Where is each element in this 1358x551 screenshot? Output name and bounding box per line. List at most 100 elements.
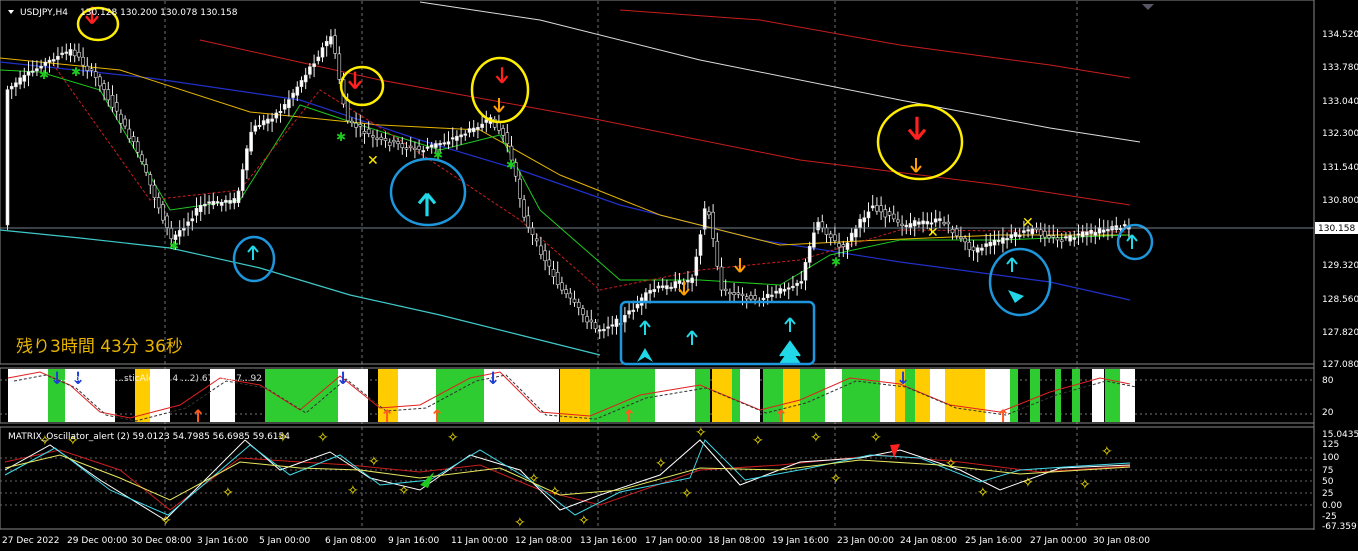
main-price-panel[interactable] [0,0,1315,365]
candle-body [375,137,379,140]
candle-body [501,128,505,136]
candle-body [980,247,984,251]
candle-body [614,318,619,327]
candle-body [1072,237,1077,240]
candle-body [156,197,161,209]
diamond-star-marker-icon: ✧ [398,483,410,499]
candle-body [778,288,783,294]
diamond-star-marker-icon: ✧ [528,471,540,487]
time-tick: 18 Jan 08:00 [708,536,765,546]
time-tick: 3 Jan 16:00 [197,536,249,546]
osc-level: 50 [1322,477,1334,487]
candle-body [287,99,291,109]
candle-body [816,221,820,231]
diamond-star-marker-icon: ✧ [222,485,234,501]
price-tick: 128.560 [1322,295,1358,305]
time-axis[interactable]: 27 Dec 2022 29 Dec 00:00 30 Dec 08:00 3 Jan… [2,536,1150,546]
candle-body [89,68,94,71]
candle-body [845,242,850,250]
candle-body [698,234,703,256]
candle-body [408,145,413,148]
candle-body [744,296,749,300]
candle-body [26,71,31,76]
candle-body [656,285,661,289]
candle-body [308,66,312,75]
candle-body [539,245,543,255]
candle-body [824,227,829,235]
stoch-down-arrow-icon: ↓ [486,369,500,389]
price-tick: 130.800 [1322,196,1358,206]
candle-body [98,76,102,87]
candle-body [81,56,85,66]
candle-body [228,200,232,204]
candle-body [925,221,930,225]
matrix-oscillator-panel[interactable] [0,426,1315,530]
candle-body [900,223,904,226]
candle-body [795,282,799,286]
stoch-histogram-bar [1105,369,1120,422]
trading-chart[interactable]: ✱ ✱✱✱✱✱✱✕✕✕ ↓ ↓ ↓ ↓ ↓↑ ↑ ↑ ↑ ↑ ↑ ✧ ✧✧✧✧ ✧✧✧✧✧✧✧✧✧✧✧✧… [0,0,1358,551]
diamond-star-marker-icon: ✧ [681,486,693,502]
stoch-level: 80 [1322,376,1334,386]
time-tick: 17 Jan 00:00 [645,536,702,546]
candle-body [366,128,371,134]
candle-body [442,142,447,145]
candle-body [1106,229,1110,232]
candle-body [85,65,90,71]
candle-body [1068,235,1072,242]
stoch-histogram-bar [930,369,945,422]
stoch-up-arrow-icon: ↑ [430,407,444,427]
candle-body [719,266,724,291]
candle-body [354,122,358,128]
candle-body [232,198,237,204]
candle-body [274,112,279,119]
time-tick: 5 Jan 00:00 [259,536,311,546]
candle-body [1051,235,1056,238]
candle-body [476,127,480,130]
candle-body [921,220,925,225]
time-tick: 25 Jan 16:00 [965,536,1022,546]
diamond-star-marker-icon: ✧ [514,515,526,531]
stoch-histogram-bar [265,369,320,422]
candle-body [963,237,967,243]
candle-body [589,319,594,323]
candle-body [732,292,736,295]
candle-body [564,289,568,295]
candle-body [467,128,472,133]
candle-body [333,35,337,54]
candle-body [908,223,913,228]
candle-body [803,262,808,281]
candle-body [593,322,598,330]
candle-body [1038,229,1043,236]
stoch-down-arrow-icon: ↓ [896,369,910,389]
candle-body [371,135,375,138]
osc-level: 75 [1322,466,1333,476]
candle-body [144,164,148,173]
candle-body [270,118,274,122]
oscillator-indicator-label: MATRIX_Oscillator_alert (2) 59.0123 54.7… [8,432,290,442]
stoch-histogram-bar [18,369,48,422]
candle-body [875,205,879,212]
candle-body [534,238,539,242]
candle-body [602,328,606,332]
star-marker-icon: ✱ [831,255,841,269]
candle-body [568,292,573,299]
candle-body [807,246,812,263]
diamond-star-marker-icon: ✧ [945,456,957,472]
candle-body [996,239,1001,242]
candle-body [30,70,35,73]
candle-body [883,209,888,218]
candle-body [1059,239,1064,242]
candle-body [383,138,388,141]
candle-body [148,174,153,186]
candle-body [358,124,363,127]
cross-marker-icon: ✕ [1022,215,1034,231]
candle-body [644,292,648,302]
candle-body [1089,229,1093,234]
candle-body [47,59,52,63]
candle-body [954,228,959,237]
candle-body [774,290,778,294]
stoch-histogram-bar [842,369,880,422]
candle-body [22,74,27,82]
candle-body [110,95,115,108]
